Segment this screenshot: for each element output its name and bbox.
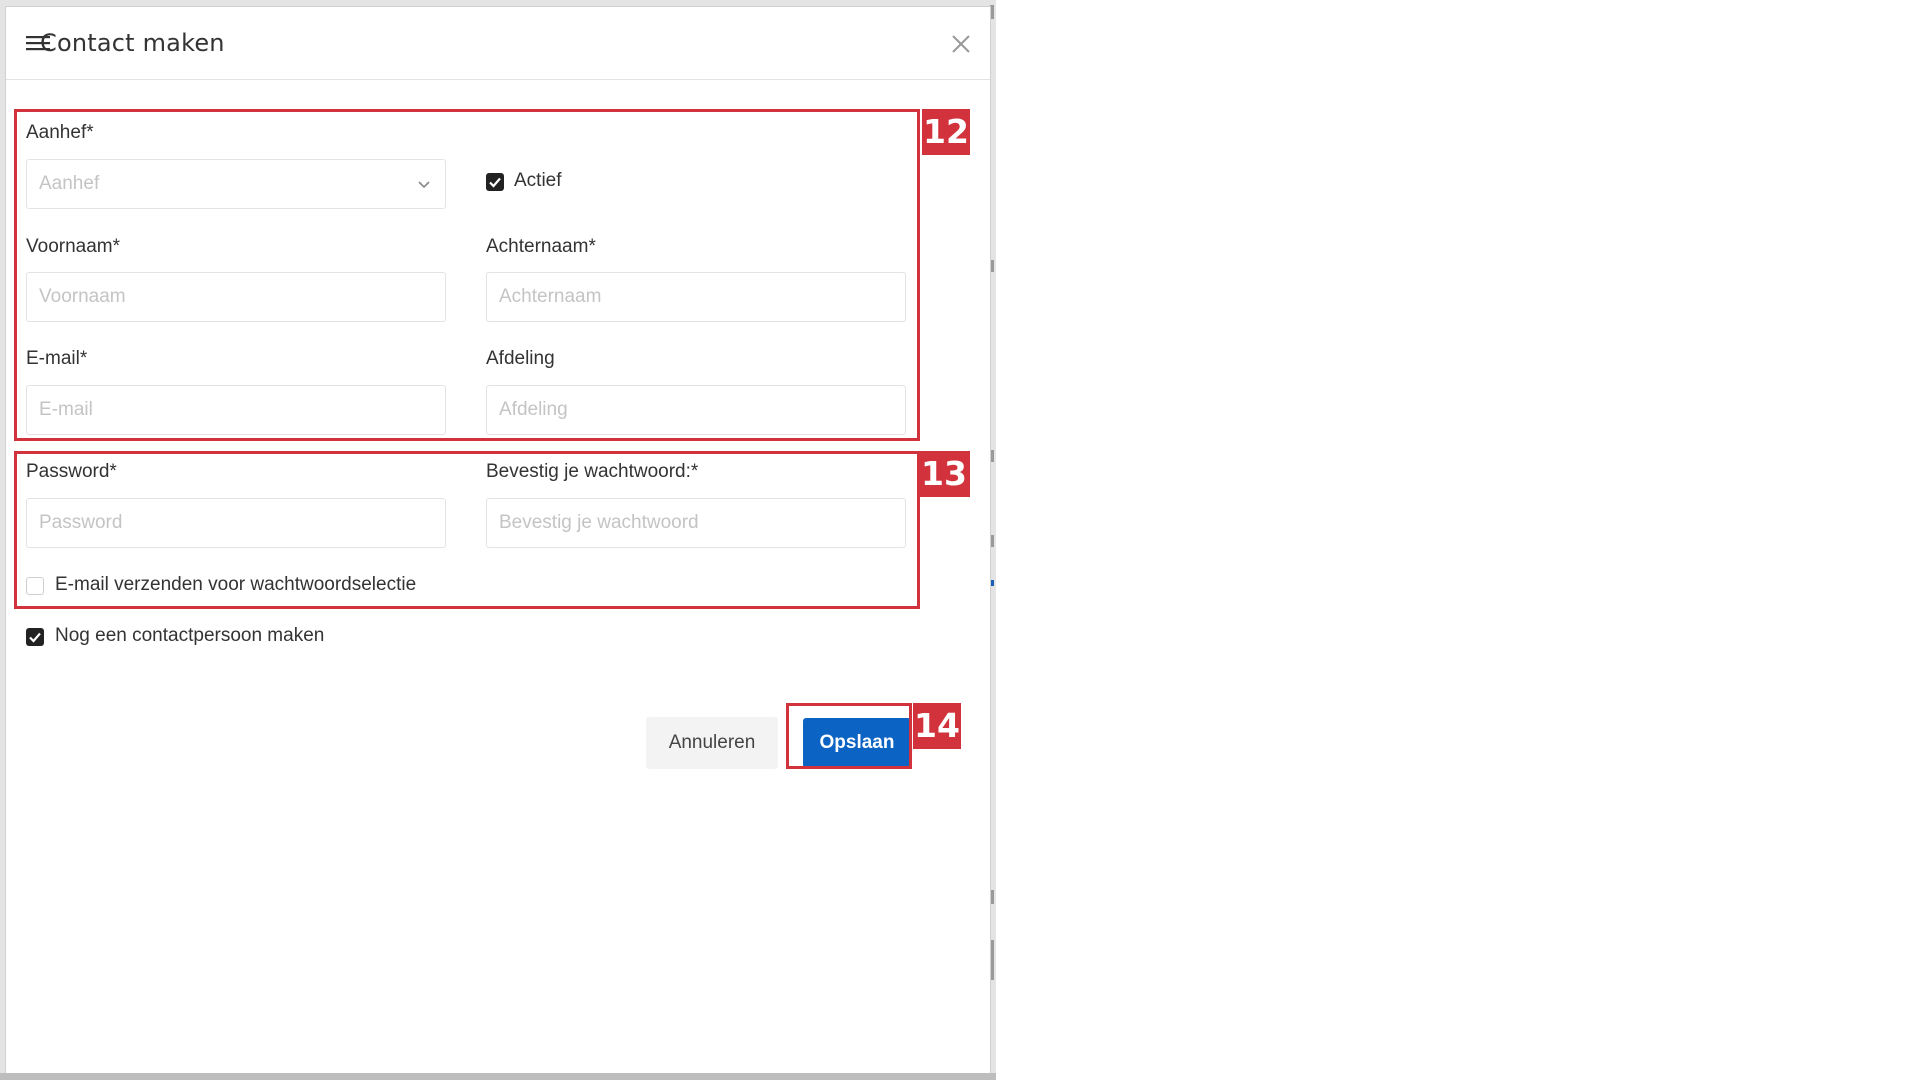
close-icon[interactable]	[950, 33, 972, 55]
annotation-box-13	[14, 451, 920, 609]
background-edge-mark	[990, 450, 994, 462]
annotation-badge-13: 13	[918, 451, 970, 497]
create-another-label: Nog een contactpersoon maken	[55, 625, 325, 646]
create-another-checkbox[interactable]	[26, 628, 44, 646]
modal-header: Contact maken	[6, 7, 990, 80]
annotation-box-12	[14, 109, 920, 441]
background-edge-mark	[990, 890, 994, 904]
modal-title: Contact maken	[40, 29, 225, 57]
background-edge-mark	[990, 535, 994, 547]
annotation-badge-12: 12	[922, 109, 970, 155]
background-edge-mark	[990, 5, 994, 19]
background-edge-mark	[990, 940, 994, 980]
background-bottom-bar	[0, 1073, 996, 1080]
background-edge-mark	[990, 260, 994, 272]
annotation-box-14	[786, 703, 912, 769]
annotation-badge-14: 14	[913, 703, 961, 749]
background-edge-accent	[990, 580, 994, 586]
checkmark-icon	[29, 632, 41, 643]
cancel-button[interactable]: Annuleren	[646, 717, 778, 769]
